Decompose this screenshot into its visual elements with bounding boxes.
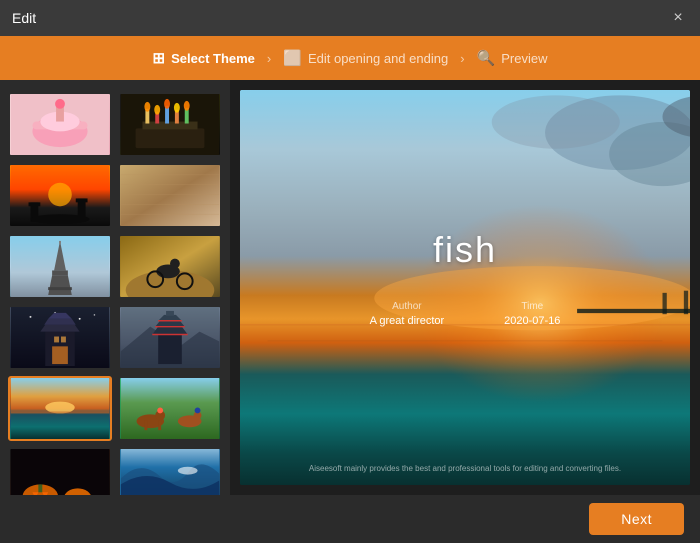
preview-title: fish [433,229,497,271]
preview-area: fish Author A great director Time 2020-0… [230,80,700,495]
theme-thumbnail-9[interactable] [8,376,112,441]
close-button[interactable]: × [668,8,688,28]
edit-opening-icon: ⬜ [283,49,302,67]
step-edit-opening[interactable]: ⬜ Edit opening and ending [283,49,448,67]
preview-author: Author A great director [370,301,445,327]
step-separator-1: › [267,51,271,66]
theme-thumbnail-2[interactable] [118,92,222,157]
theme-thumbnail-1[interactable] [8,92,112,157]
bottom-bar: Next [0,495,700,543]
step-separator-2: › [460,51,464,66]
theme-thumbnail-4[interactable] [118,163,222,228]
preview-icon: 🔍 [477,49,496,67]
theme-thumbnail-5[interactable] [8,234,112,299]
step-select-theme[interactable]: ⊞ Select Theme [153,49,255,67]
window-title: Edit [12,10,36,26]
select-theme-icon: ⊞ [153,49,166,67]
thumbnail-grid: ↓ ↓ [4,88,226,495]
next-button[interactable]: Next [589,503,684,535]
step-preview-label: Preview [501,51,547,66]
theme-thumbnail-6[interactable] [118,234,222,299]
theme-thumbnail-3[interactable] [8,163,112,228]
preview-footer: Aiseesoft mainly provides the best and p… [240,464,690,473]
step-preview[interactable]: 🔍 Preview [477,49,548,67]
theme-thumbnail-10[interactable] [118,376,222,441]
step-edit-opening-label: Edit opening and ending [308,51,448,66]
preview-author-value: A great director [370,315,445,327]
preview-time-value: 2020-07-16 [504,315,560,327]
thumbnail-sidebar[interactable]: ↓ ↓ [0,80,230,495]
main-content: ↓ ↓ [0,80,700,495]
preview-author-label: Author [392,301,421,312]
theme-thumbnail-12[interactable] [118,447,222,495]
preview-time-label: Time [521,301,543,312]
theme-thumbnail-7[interactable] [8,305,112,370]
step-select-theme-label: Select Theme [171,51,255,66]
title-bar: Edit × [0,0,700,36]
step-bar: ⊞ Select Theme › ⬜ Edit opening and endi… [0,36,700,80]
theme-thumbnail-11[interactable] [8,447,112,495]
preview-card: fish Author A great director Time 2020-0… [240,90,690,485]
preview-meta: Author A great director Time 2020-07-16 [370,301,561,327]
preview-text-overlay: fish Author A great director Time 2020-0… [240,90,690,485]
theme-thumbnail-8[interactable] [118,305,222,370]
preview-time: Time 2020-07-16 [504,301,560,327]
